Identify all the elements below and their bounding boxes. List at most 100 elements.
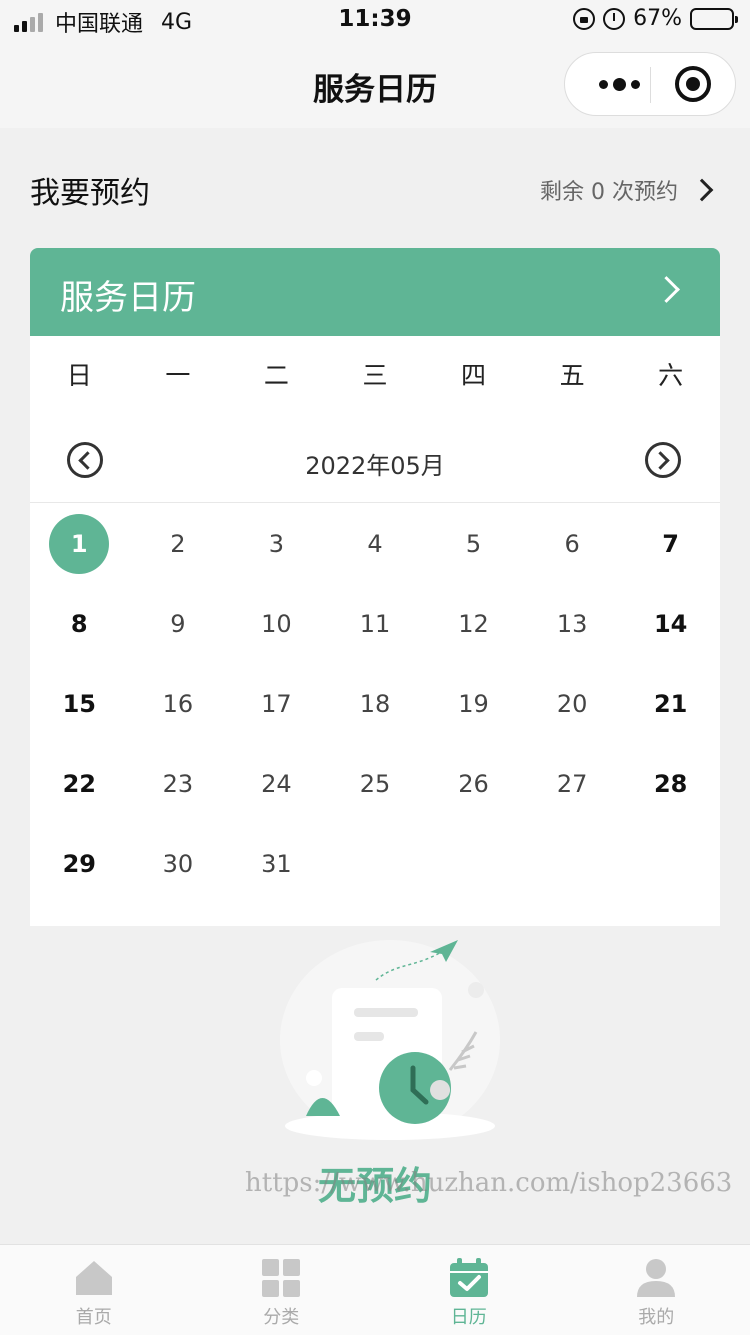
day-cell[interactable]: 11 (326, 584, 425, 664)
calendar-header[interactable]: 服务日历 (30, 248, 720, 336)
tab-home[interactable]: 首页 (0, 1245, 188, 1335)
day-cell[interactable]: 12 (424, 584, 523, 664)
day-cell[interactable]: 17 (227, 664, 326, 744)
day-number: 14 (654, 584, 687, 664)
calendar-body: 日 一 二 三 四 五 六 2022年05月 12345678910111213… (30, 336, 720, 926)
day-cell[interactable]: 14 (621, 584, 720, 664)
day-cell[interactable]: 22 (30, 744, 129, 824)
day-number: 17 (261, 664, 292, 744)
day-cell[interactable]: 18 (326, 664, 425, 744)
remaining-bookings-link[interactable]: 剩余 0 次预约 (540, 174, 710, 206)
empty-day-cell (424, 824, 523, 904)
status-right: 67% (573, 6, 734, 31)
month-label: 2022年05月 (30, 446, 720, 481)
grid-icon (260, 1257, 302, 1299)
day-cell[interactable]: 30 (129, 824, 228, 904)
week-row: 1234 5 67 (30, 504, 720, 584)
day-cell[interactable]: 31 (227, 824, 326, 904)
next-month-icon[interactable] (645, 442, 681, 478)
day-cell[interactable]: 26 (424, 744, 523, 824)
empty-day-cell (523, 824, 622, 904)
day-cell[interactable]: 15 (30, 664, 129, 744)
tab-calendar[interactable]: 日历 (375, 1245, 563, 1335)
calendar-header-title: 服务日历 (60, 270, 196, 319)
weekday-label: 五 (523, 356, 622, 392)
day-number: 5 (466, 504, 481, 584)
weekday-label: 日 (30, 356, 129, 392)
day-cell[interactable]: 3 (227, 504, 326, 584)
calendar-divider (30, 502, 720, 503)
weekday-label: 六 (621, 356, 720, 392)
day-number: 1 (49, 514, 109, 574)
day-cell[interactable]: 8 (30, 584, 129, 664)
day-cell[interactable]: 2 (129, 504, 228, 584)
week-row: 22 23 24 25 26 27 28 (30, 744, 720, 824)
day-cell[interactable]: 7 (621, 504, 720, 584)
alarm-icon (603, 8, 625, 30)
nav-bar: 服务日历 (0, 44, 750, 128)
prev-month-icon[interactable] (67, 442, 103, 478)
mini-program-capsule (564, 52, 736, 116)
day-number: 12 (458, 584, 489, 664)
day-number: 4 (367, 504, 382, 584)
day-cell[interactable]: 9 (129, 584, 228, 664)
chevron-right-icon (691, 179, 714, 202)
tab-label: 首页 (0, 1303, 188, 1329)
empty-day-cell (621, 824, 720, 904)
tab-category[interactable]: 分类 (188, 1245, 376, 1335)
day-cell[interactable]: 29 (30, 824, 129, 904)
day-cell[interactable]: 25 (326, 744, 425, 824)
watermark-text: https://www.huzhan.com/ishop23663 (245, 1168, 732, 1198)
status-left: 中国联通 4G (14, 6, 192, 38)
month-switcher: 2022年05月 (30, 440, 720, 500)
day-cell[interactable]: 16 (129, 664, 228, 744)
calendar-icon (448, 1257, 490, 1299)
rotation-lock-icon (573, 8, 595, 30)
day-number: 22 (63, 744, 96, 824)
day-cell[interactable]: 5 (424, 504, 523, 584)
day-number: 26 (458, 744, 489, 824)
day-number: 28 (654, 744, 687, 824)
day-number: 21 (654, 664, 687, 744)
day-number: 10 (261, 584, 292, 664)
day-cell[interactable]: 13 (523, 584, 622, 664)
day-cell[interactable]: 20 (523, 664, 622, 744)
day-cell[interactable]: 6 (523, 504, 622, 584)
close-target-icon[interactable] (675, 66, 711, 102)
day-cell[interactable]: 23 (129, 744, 228, 824)
day-cell[interactable]: 19 (424, 664, 523, 744)
day-cell[interactable]: 28 (621, 744, 720, 824)
home-icon (73, 1257, 115, 1299)
day-number: 18 (360, 664, 391, 744)
booking-title: 我要预约 (30, 168, 150, 212)
day-cell[interactable]: 10 (227, 584, 326, 664)
day-cell[interactable]: 1 (30, 504, 129, 584)
day-number: 29 (63, 824, 96, 904)
day-number: 24 (261, 744, 292, 824)
day-cell[interactable]: 24 (227, 744, 326, 824)
signal-icon (14, 12, 43, 32)
carrier-name: 中国联通 (55, 6, 143, 38)
day-cell[interactable]: 21 (621, 664, 720, 744)
day-cell[interactable]: 4 (326, 504, 425, 584)
day-cell[interactable]: 27 (523, 744, 622, 824)
capsule-divider (650, 67, 651, 103)
day-number: 6 (564, 504, 579, 584)
tab-label: 我的 (563, 1303, 750, 1329)
day-number: 27 (557, 744, 588, 824)
more-icon[interactable] (589, 53, 649, 115)
tab-label: 分类 (188, 1303, 376, 1329)
chevron-right-icon[interactable] (653, 276, 680, 303)
weekday-label: 四 (424, 356, 523, 392)
tab-mine[interactable]: 我的 (563, 1245, 750, 1335)
weekday-row: 日 一 二 三 四 五 六 (30, 356, 720, 392)
day-number: 9 (170, 584, 185, 664)
tab-label: 日历 (375, 1303, 563, 1329)
battery-icon (690, 8, 734, 30)
network-type: 4G (161, 10, 192, 35)
remaining-bookings-text: 剩余 0 次预约 (540, 174, 678, 206)
weekday-label: 三 (326, 356, 425, 392)
weekday-label: 一 (129, 356, 228, 392)
day-number: 23 (163, 744, 194, 824)
day-number: 11 (360, 584, 391, 664)
